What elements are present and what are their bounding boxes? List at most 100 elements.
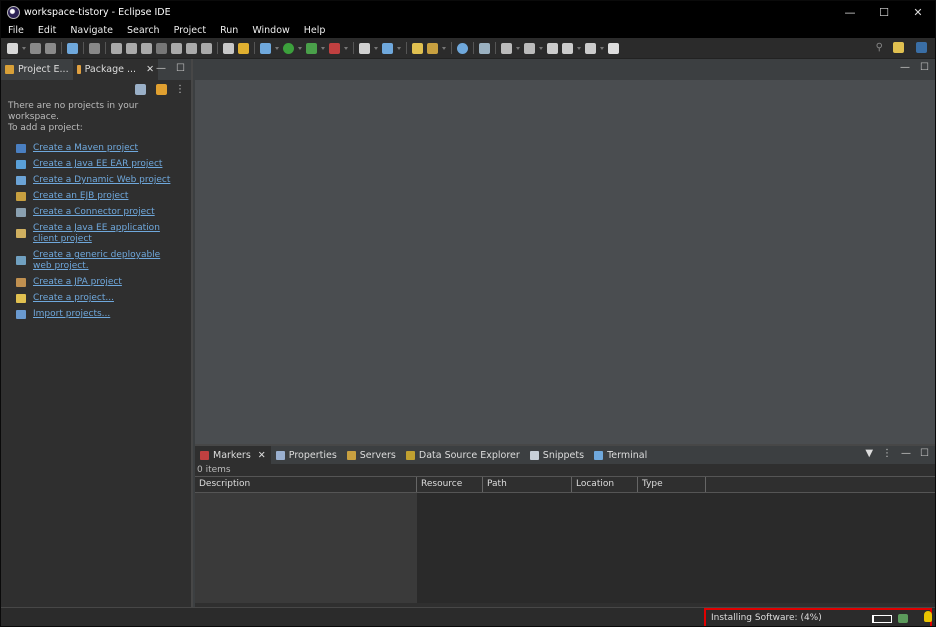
drop-to-frame-icon[interactable] [223, 42, 234, 54]
server-icon[interactable] [260, 42, 271, 54]
view-menu-icon[interactable]: ⋮ [175, 84, 185, 95]
link-create-jpa[interactable]: Create a JPA project [16, 277, 191, 288]
link-create-generic-web[interactable]: Create a generic deployable web project. [16, 250, 191, 272]
pin-editor-icon[interactable] [608, 42, 619, 54]
step-return-icon[interactable] [201, 42, 212, 54]
minimize-view-button[interactable]: — [901, 448, 911, 459]
progress-view-icon[interactable] [898, 614, 908, 623]
skip-breakpoints-icon[interactable] [89, 42, 100, 54]
menu-navigate[interactable]: Navigate [63, 24, 120, 38]
dropdown-arrow-icon[interactable] [577, 46, 581, 50]
close-button[interactable]: ✕ [901, 1, 935, 24]
maximize-editor-button[interactable]: ☐ [920, 62, 929, 73]
link-label[interactable]: Create a project... [33, 293, 173, 304]
tab-terminal[interactable]: Terminal [589, 446, 652, 464]
use-step-filters-icon[interactable] [238, 42, 249, 54]
new-icon[interactable] [7, 42, 18, 54]
progress-area[interactable]: Installing Software: (4%) [704, 608, 932, 626]
column-location[interactable]: Location [572, 477, 638, 492]
view-menu-icon[interactable]: ⋮ [882, 448, 892, 459]
save-all-icon[interactable] [45, 42, 56, 54]
link-create-ear[interactable]: Create a Java EE EAR project [16, 159, 191, 170]
menu-window[interactable]: Window [245, 24, 296, 38]
dropdown-arrow-icon[interactable] [374, 46, 378, 50]
column-resource[interactable]: Resource [417, 477, 483, 492]
menu-run[interactable]: Run [213, 24, 245, 38]
dropdown-arrow-icon[interactable] [600, 46, 604, 50]
menu-help[interactable]: Help [297, 24, 333, 38]
resume-icon[interactable] [111, 42, 122, 54]
step-over-icon[interactable] [186, 42, 197, 54]
minimize-view-button[interactable]: — [156, 63, 166, 74]
debug-icon[interactable] [306, 42, 317, 54]
external-tools-icon[interactable] [329, 42, 340, 54]
link-label[interactable]: Create a generic deployable web project. [33, 250, 173, 272]
globe-icon[interactable] [457, 42, 468, 54]
column-path[interactable]: Path [483, 477, 572, 492]
lightbulb-icon[interactable] [924, 611, 932, 622]
link-label[interactable]: Create a Connector project [33, 207, 173, 218]
new-package-icon[interactable] [382, 42, 393, 54]
dropdown-arrow-icon[interactable] [344, 46, 348, 50]
menu-project[interactable]: Project [167, 24, 214, 38]
tab-project-explorer[interactable]: Project E... [1, 59, 73, 80]
link-import-projects[interactable]: Import projects... [16, 309, 191, 320]
link-create-app-client[interactable]: Create a Java EE application client proj… [16, 223, 191, 245]
tab-package-explorer[interactable]: Package ... ✕ [72, 59, 159, 80]
dropdown-arrow-icon[interactable] [22, 46, 26, 50]
markers-table-body[interactable] [195, 493, 935, 603]
dropdown-arrow-icon[interactable] [397, 46, 401, 50]
back-icon[interactable] [562, 42, 573, 54]
filter-icon[interactable]: ▼ [865, 448, 873, 459]
previous-annotation-icon[interactable] [524, 42, 535, 54]
collapse-all-icon[interactable] [135, 83, 146, 95]
menu-file[interactable]: File [1, 24, 31, 38]
link-label[interactable]: Create a Java EE EAR project [33, 159, 173, 170]
next-annotation-icon[interactable] [501, 42, 512, 54]
link-label[interactable]: Import projects... [33, 309, 173, 320]
minimize-button[interactable]: — [833, 1, 867, 24]
last-edit-location-icon[interactable] [547, 42, 558, 54]
tab-data-source-explorer[interactable]: Data Source Explorer [401, 446, 525, 464]
suspend-icon[interactable] [126, 42, 137, 54]
pencil-icon[interactable] [427, 42, 438, 54]
search-tool-icon[interactable] [479, 42, 490, 54]
save-icon[interactable] [30, 42, 41, 54]
link-create-connector[interactable]: Create a Connector project [16, 207, 191, 218]
dropdown-arrow-icon[interactable] [516, 46, 520, 50]
menu-search[interactable]: Search [120, 24, 167, 38]
link-label[interactable]: Create an EJB project [33, 191, 173, 202]
editor-area[interactable]: — ☐ [195, 59, 935, 444]
maximize-button[interactable]: ☐ [867, 1, 901, 24]
link-label[interactable]: Create a Dynamic Web project [33, 175, 173, 186]
run-icon[interactable] [283, 42, 294, 54]
forward-icon[interactable] [585, 42, 596, 54]
disconnect-icon[interactable] [156, 42, 167, 54]
maximize-view-button[interactable]: ☐ [176, 63, 185, 74]
tab-servers[interactable]: Servers [342, 446, 401, 464]
link-create-ejb[interactable]: Create an EJB project [16, 191, 191, 202]
link-label[interactable]: Create a JPA project [33, 277, 173, 288]
minimize-editor-button[interactable]: — [900, 62, 910, 73]
tab-properties[interactable]: Properties [271, 446, 342, 464]
column-description[interactable]: Description [195, 477, 417, 492]
close-tab-icon[interactable]: ✕ [258, 450, 266, 461]
dropdown-arrow-icon[interactable] [442, 46, 446, 50]
new-java-project-icon[interactable] [359, 42, 370, 54]
tab-snippets[interactable]: Snippets [525, 446, 589, 464]
link-create-project[interactable]: Create a project... [16, 293, 191, 304]
column-type[interactable]: Type [638, 477, 706, 492]
link-create-maven[interactable]: Create a Maven project [16, 143, 191, 154]
link-create-dynamic-web[interactable]: Create a Dynamic Web project [16, 175, 191, 186]
terminate-icon[interactable] [141, 42, 152, 54]
open-perspective-button-icon[interactable] [893, 42, 904, 53]
dropdown-arrow-icon[interactable] [321, 46, 325, 50]
dropdown-arrow-icon[interactable] [275, 46, 279, 50]
search-icon[interactable]: ⚲ [876, 42, 883, 53]
link-label[interactable]: Create a Maven project [33, 143, 173, 154]
open-type-icon[interactable] [412, 42, 423, 54]
dropdown-arrow-icon[interactable] [298, 46, 302, 50]
menu-edit[interactable]: Edit [31, 24, 63, 38]
step-into-icon[interactable] [171, 42, 182, 54]
tab-markers[interactable]: Markers ✕ [195, 446, 271, 464]
